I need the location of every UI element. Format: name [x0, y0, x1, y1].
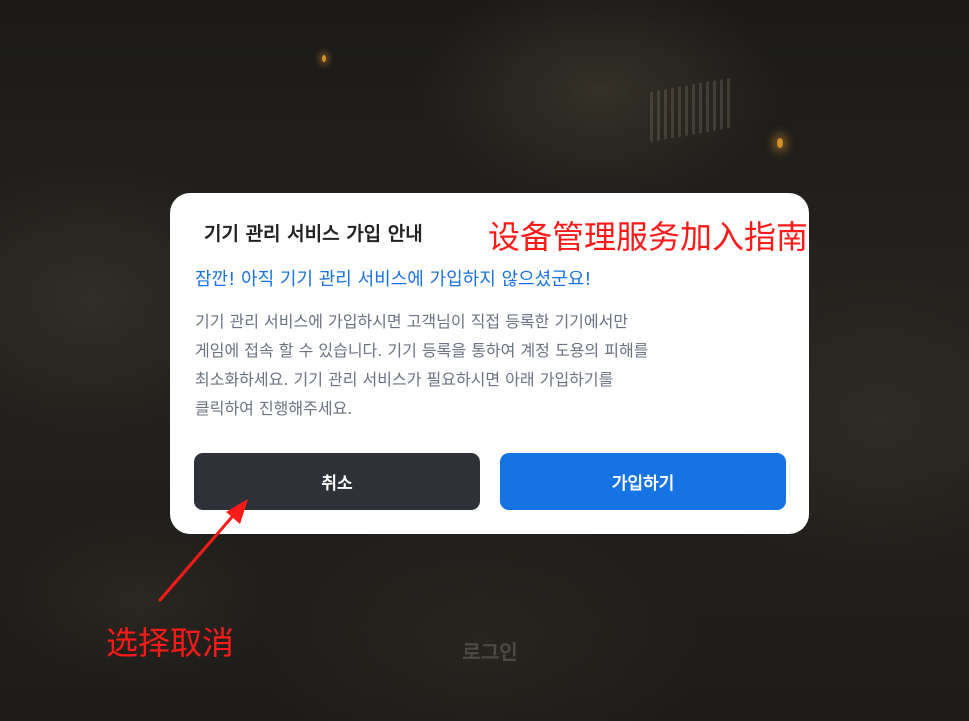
join-button[interactable]: 가입하기 — [500, 453, 786, 510]
background-torch — [777, 138, 783, 148]
annotation-cancel-note: 选择取消 — [106, 624, 235, 662]
background-torch — [322, 55, 326, 62]
dialog-body-line: 기기 관리 서비스에 가입하시면 고객님이 직접 등록한 기기에서만 — [195, 312, 629, 331]
background-fence — [650, 77, 730, 143]
dialog-body-line: 최소화하세요. 기기 관리 서비스가 필요하시면 아래 가입하기를 — [195, 370, 614, 389]
cancel-button[interactable]: 취소 — [194, 453, 480, 510]
dialog-alert-text: 잠깐! 아직 기기 관리 서비스에 가입하지 않으셨군요! — [195, 269, 592, 290]
dialog-body-line: 게임에 접속 할 수 있습니다. 기기 등록을 통하여 계정 도용의 피해를 — [195, 341, 649, 360]
dialog-body-text: 기기 관리 서비스에 가입하시면 고객님이 직접 등록한 기기에서만 게임에 접… — [195, 307, 770, 423]
login-button[interactable]: 로그인 — [430, 636, 550, 665]
annotation-title-note: 设备管理服务加入指南 — [488, 218, 809, 256]
dialog-title: 기기 관리 서비스 가입 안내 — [204, 223, 423, 245]
dialog-body-line: 클릭하여 진행해주세요. — [195, 399, 353, 418]
